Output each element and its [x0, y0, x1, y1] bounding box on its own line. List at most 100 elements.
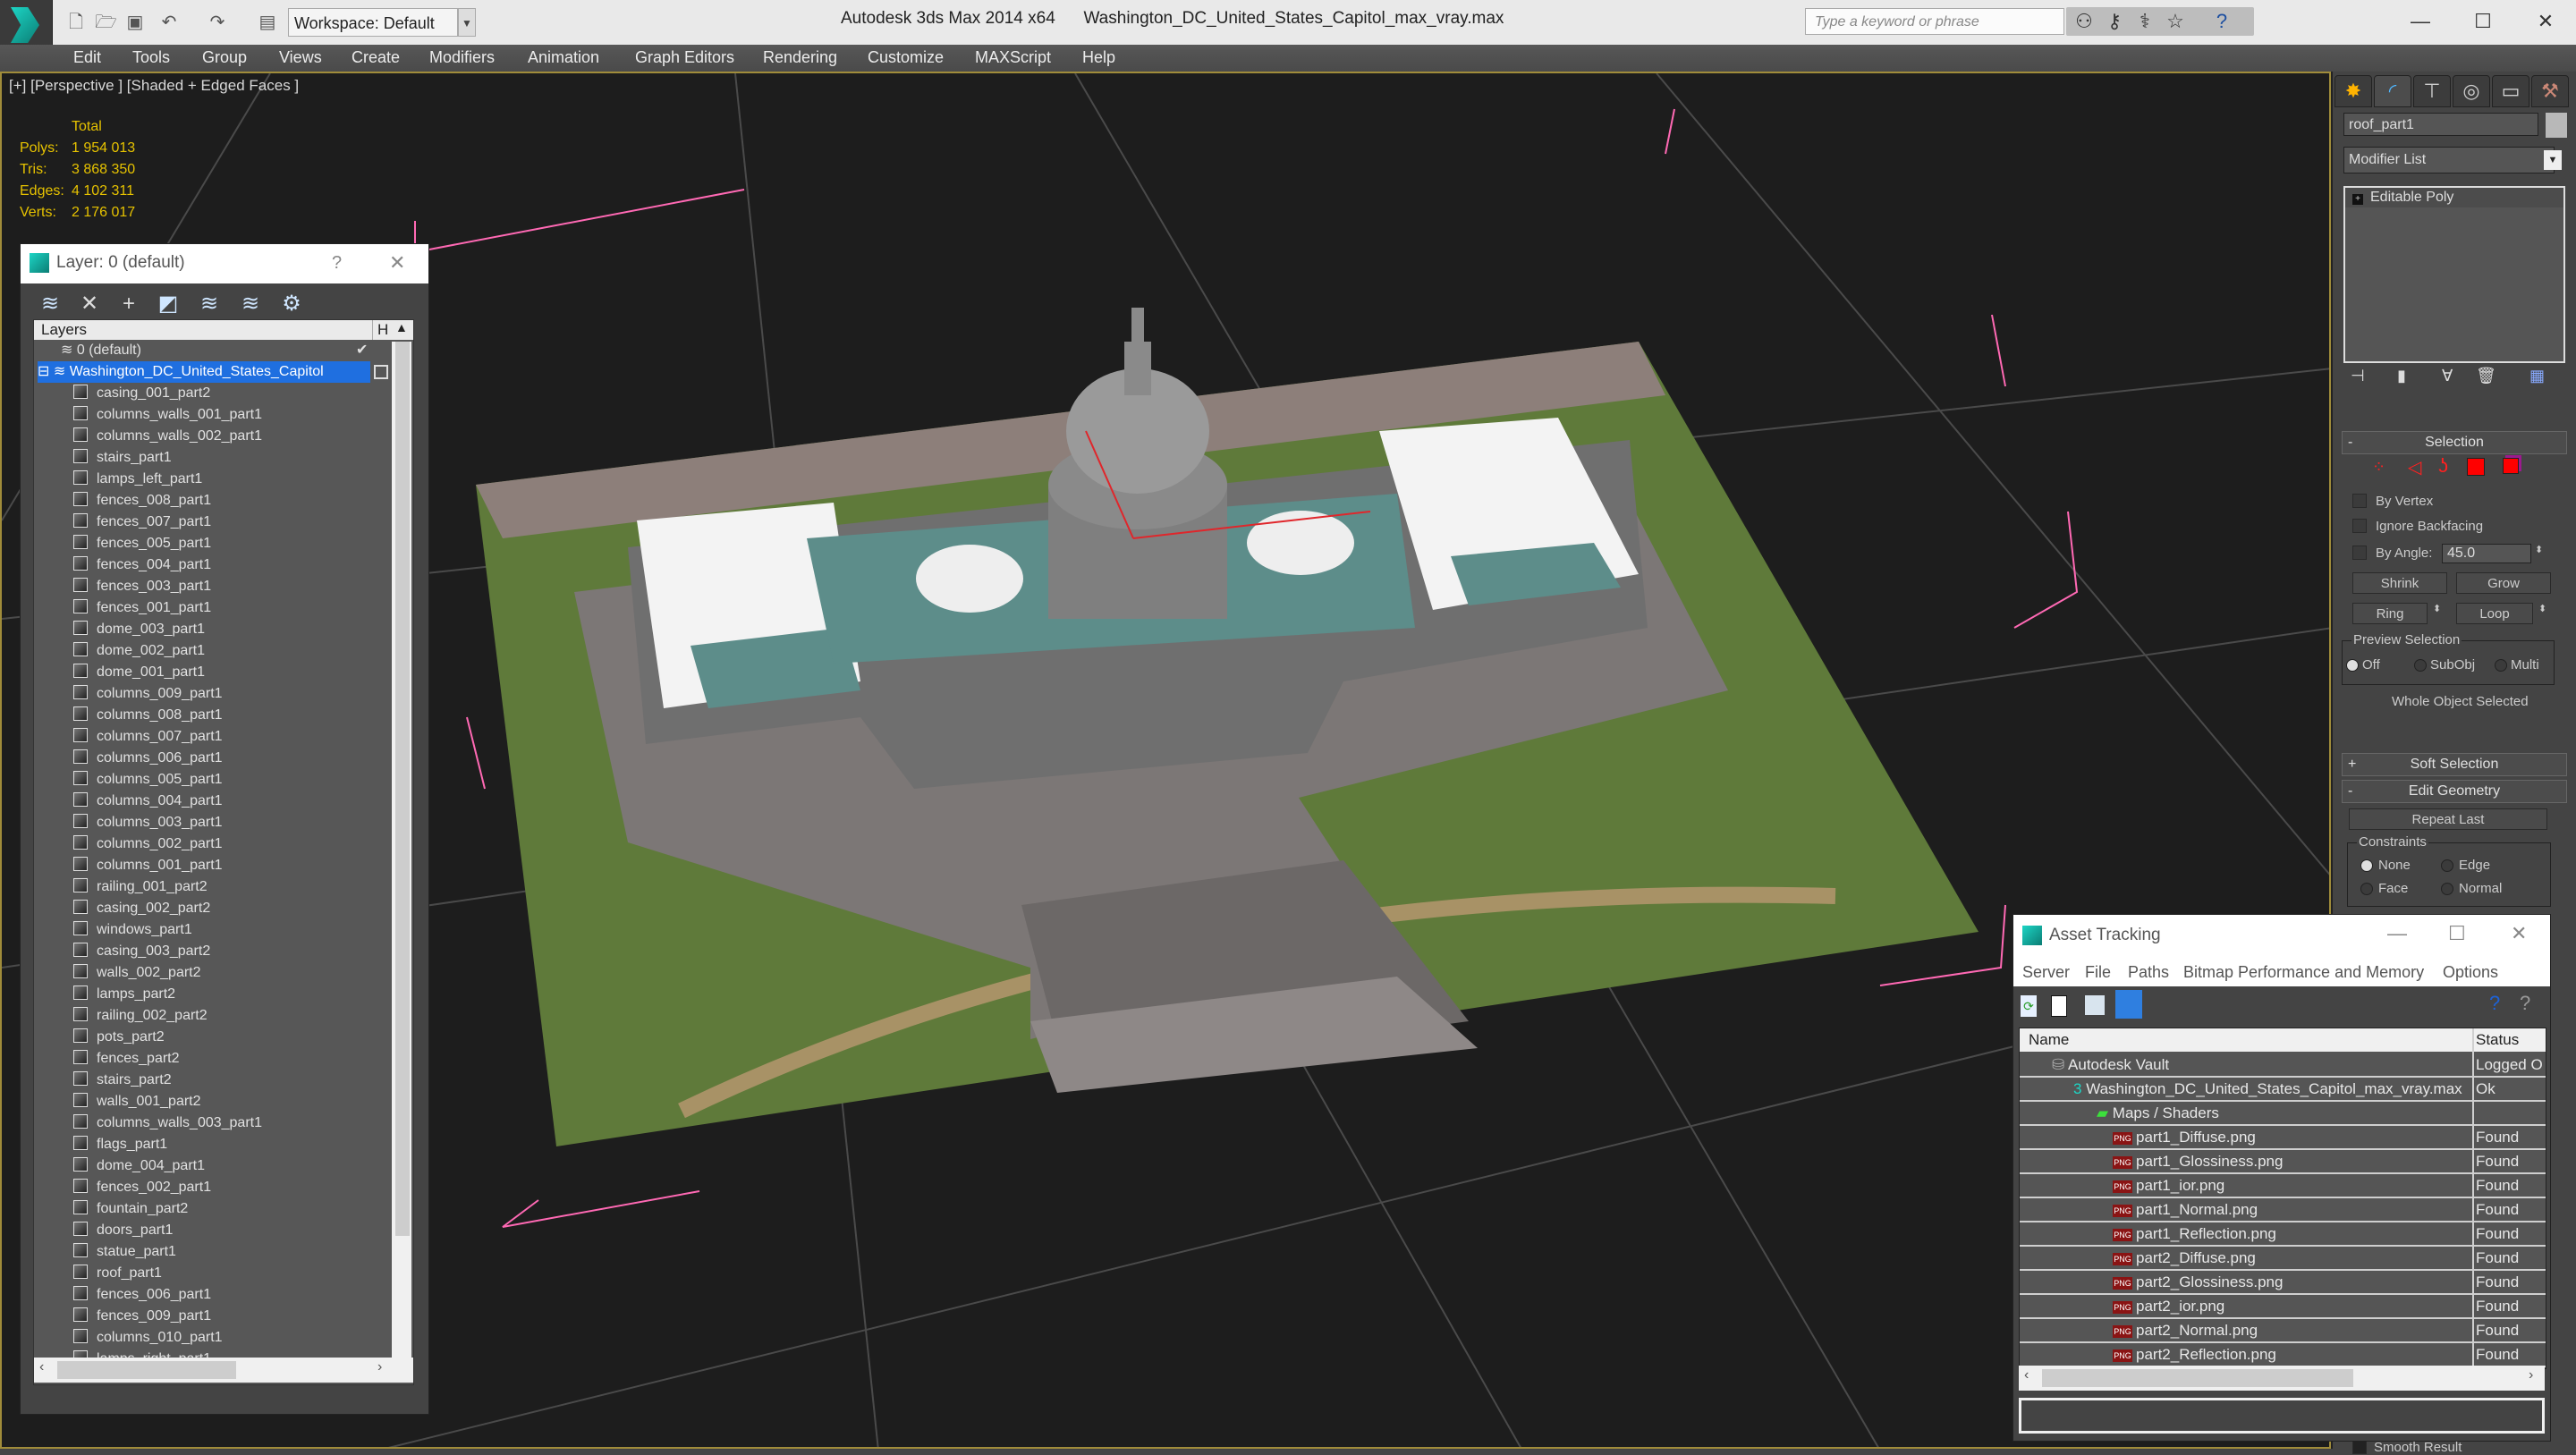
layer-object-row[interactable]: fences_006_part1 [73, 1284, 211, 1306]
thumbnail-view-icon[interactable] [2085, 995, 2105, 1015]
configure-modifier-sets-icon[interactable]: ▦ [2529, 367, 2545, 385]
refresh-icon[interactable]: ⟳ [2021, 995, 2037, 1017]
minimize-button[interactable]: — [2387, 922, 2407, 945]
redo-icon[interactable]: ↷ [208, 13, 227, 32]
asset-row[interactable]: PNG part1_Glossiness.png Found [2020, 1150, 2546, 1174]
layer-object-row[interactable]: walls_002_part2 [73, 962, 201, 984]
menu-options[interactable]: Options [2443, 963, 2498, 982]
pin-stack-icon[interactable]: ⊣ [2351, 367, 2365, 385]
close-button[interactable]: ✕ [2528, 5, 2563, 38]
border-subobject-icon[interactable]: ʖ [2438, 454, 2448, 478]
by-angle-checkbox[interactable] [2352, 546, 2367, 560]
layer-object-row[interactable]: fences_007_part1 [73, 512, 211, 533]
layer-object-row[interactable]: windows_part1 [73, 919, 192, 941]
edge-subobject-icon[interactable]: ◁ [2408, 456, 2421, 478]
chevron-down-icon[interactable]: ▼ [2544, 150, 2562, 170]
layer-object-row[interactable]: columns_walls_002_part1 [73, 426, 262, 447]
modify-tab-icon[interactable]: ◜ [2374, 75, 2411, 107]
edit-geometry-rollout-header[interactable]: - Edit Geometry [2342, 780, 2567, 803]
menu-edit[interactable]: Edit [73, 48, 101, 67]
layer-object-row[interactable]: columns_006_part1 [73, 748, 223, 769]
scroll-right-icon[interactable]: › [2529, 1367, 2533, 1383]
layer-settings-icon[interactable]: ⚙ [278, 291, 305, 317]
hierarchy-tab-icon[interactable]: ⊤ [2413, 75, 2451, 107]
layer-object-row[interactable]: railing_002_part2 [73, 1005, 208, 1027]
asset-table[interactable]: Name Status ⛁ Autodesk Vault Logged O 3 Wa… [2019, 1028, 2546, 1369]
display-tab-icon[interactable]: ▭ [2492, 75, 2529, 107]
table-view-icon[interactable] [2115, 990, 2142, 1019]
delete-layer-icon[interactable]: ✕ [76, 291, 103, 317]
project-folder-icon[interactable]: ▤ [258, 13, 277, 32]
loop-button[interactable]: Loop [2456, 603, 2533, 624]
utilities-tab-icon[interactable]: ⚒ [2531, 75, 2569, 107]
layer-row-default[interactable]: ≋ 0 (default) ✔ [61, 340, 368, 361]
key-icon[interactable]: ⚷ [2102, 10, 2127, 33]
asset-row[interactable]: PNG part1_Reflection.png Found [2020, 1222, 2546, 1247]
set-current-checkbox[interactable] [374, 365, 388, 379]
layer-object-row[interactable]: columns_005_part1 [73, 769, 223, 791]
viewport-label[interactable]: [+] [Perspective ] [Shaded + Edged Faces… [9, 77, 299, 95]
layer-object-row[interactable]: fences_008_part1 [73, 490, 211, 512]
column-header-status[interactable]: Status [2476, 1031, 2519, 1049]
asset-row[interactable]: PNG part2_Diffuse.png Found [2020, 1247, 2546, 1271]
scrollbar-thumb[interactable] [395, 342, 410, 1236]
search-input[interactable]: Type a keyword or phrase [1805, 8, 2064, 35]
context-help-icon[interactable]: ? [2520, 992, 2530, 1015]
menu-graph-editors[interactable]: Graph Editors [635, 48, 734, 67]
select-objects-icon[interactable]: ◩ [155, 291, 182, 317]
column-header-hide[interactable]: H [377, 321, 388, 339]
asset-row[interactable]: PNG part2_ior.png Found [2020, 1295, 2546, 1319]
layer-object-row[interactable]: fences_part2 [73, 1048, 180, 1070]
remove-modifier-icon[interactable]: 🗑 [2476, 367, 2496, 385]
constraint-normal-radio[interactable] [2441, 883, 2453, 895]
save-file-icon[interactable]: ▣ [125, 13, 145, 32]
motion-tab-icon[interactable]: ◎ [2453, 75, 2490, 107]
open-file-icon[interactable]: 🗁 [95, 13, 117, 32]
layer-object-row[interactable]: pots_part2 [73, 1027, 165, 1048]
menu-paths[interactable]: Paths [2128, 963, 2169, 982]
menu-customize[interactable]: Customize [868, 48, 944, 67]
layer-object-row[interactable]: roof_part1 [73, 1263, 162, 1284]
scroll-right-icon[interactable]: › [377, 1359, 382, 1375]
workspace-dropdown[interactable]: Workspace: Default [288, 8, 458, 37]
asset-row[interactable]: PNG part1_Diffuse.png Found [2020, 1126, 2546, 1150]
select-layer-icon[interactable]: ≋ [196, 291, 223, 317]
layer-object-row[interactable]: columns_007_part1 [73, 726, 223, 748]
ring-button[interactable]: Ring [2352, 603, 2428, 624]
scrollbar-thumb[interactable] [2042, 1369, 2353, 1387]
preview-subobj-radio[interactable] [2414, 659, 2427, 672]
help-icon[interactable]: ? [2489, 992, 2500, 1015]
shrink-button[interactable]: Shrink [2352, 572, 2447, 594]
layer-object-row[interactable]: doors_part1 [73, 1220, 173, 1241]
menu-group[interactable]: Group [202, 48, 247, 67]
layer-object-row[interactable]: lamps_left_part1 [73, 469, 202, 490]
soft-selection-rollout-header[interactable]: + Soft Selection [2342, 753, 2567, 776]
angle-spinner-input[interactable]: 45.0 [2442, 544, 2531, 563]
ring-spinner-icon[interactable]: ⬍ [2433, 603, 2441, 614]
layer-object-row[interactable]: columns_008_part1 [73, 705, 223, 726]
highlight-layer-icon[interactable]: ≋ [237, 291, 264, 317]
layer-object-row[interactable]: fences_003_part1 [73, 576, 211, 597]
layer-row-capitol[interactable]: ⊟ ≋ Washington_DC_United_States_Capitol [38, 361, 388, 383]
object-color-swatch[interactable] [2546, 113, 2567, 138]
asset-path-field[interactable] [2019, 1398, 2545, 1434]
grow-button[interactable]: Grow [2456, 572, 2551, 594]
asset-row[interactable]: PNG part1_ior.png Found [2020, 1174, 2546, 1198]
asset-row[interactable]: ▰ Maps / Shaders [2020, 1102, 2546, 1126]
layer-object-row[interactable]: lamps_part2 [73, 984, 175, 1005]
close-button[interactable]: ✕ [389, 251, 405, 275]
layer-dialog-titlebar[interactable]: Layer: 0 (default) ? ✕ [21, 244, 428, 283]
layer-object-row[interactable]: fences_009_part1 [73, 1306, 211, 1327]
collapse-icon[interactable]: ⊟ [38, 364, 54, 379]
scrollbar-thumb[interactable] [57, 1361, 236, 1379]
layer-object-row[interactable]: stairs_part2 [73, 1070, 172, 1091]
layer-object-row[interactable]: walls_001_part2 [73, 1091, 201, 1112]
polygon-subobject-icon[interactable] [2467, 458, 2485, 476]
smooth-result-checkbox[interactable] [2352, 1440, 2367, 1454]
layer-object-row[interactable]: fences_004_part1 [73, 554, 211, 576]
layer-object-row[interactable]: flags_part1 [73, 1134, 167, 1155]
help-icon[interactable]: ? [2209, 10, 2234, 33]
maximize-button[interactable]: ☐ [2465, 5, 2501, 38]
horizontal-scrollbar[interactable]: ‹ › [2019, 1366, 2545, 1391]
create-tab-icon[interactable]: ✸ [2334, 75, 2372, 107]
